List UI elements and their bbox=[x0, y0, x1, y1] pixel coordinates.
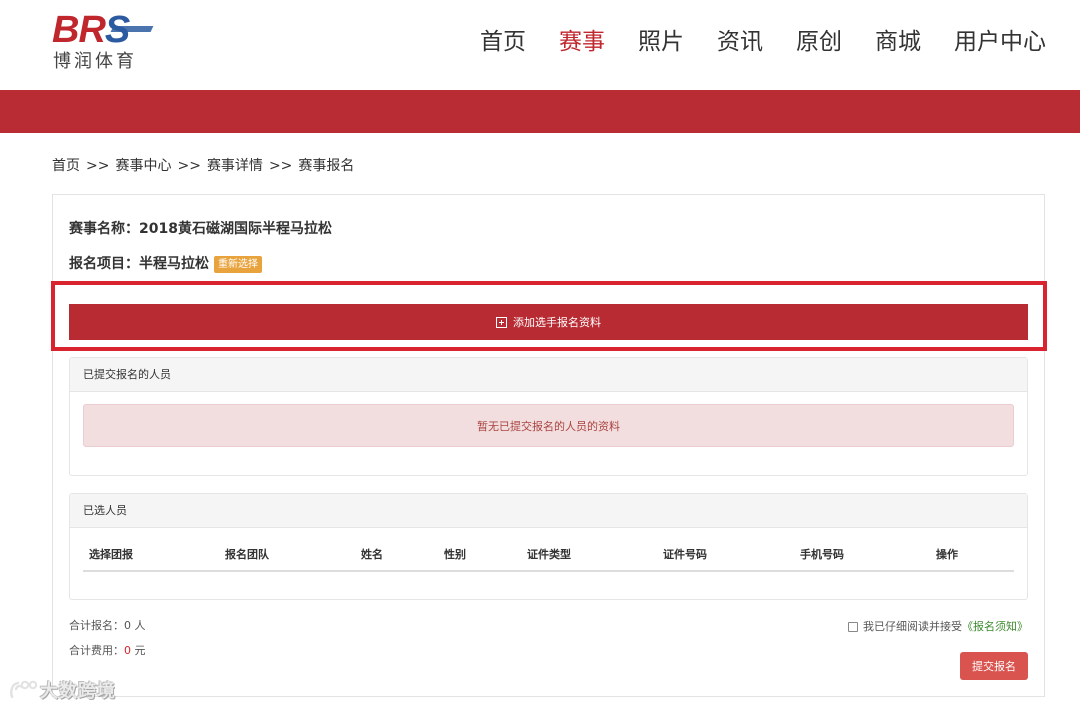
total-fee: 合计费用：0 元 bbox=[69, 643, 146, 659]
breadcrumb: 首页 >> 赛事中心 >> 赛事详情 >> 赛事报名 bbox=[52, 156, 354, 176]
total-fee-value: 0 bbox=[124, 644, 131, 657]
total-count-unit: 人 bbox=[131, 619, 146, 632]
event-name: 赛事名称：2018黄石磁湖国际半程马拉松 bbox=[69, 219, 332, 239]
agreement: 我已仔细阅读并接受 《报名须知》 bbox=[848, 619, 1028, 635]
brs-logo[interactable]: BRS 博润体育 bbox=[52, 10, 162, 74]
plus-square-icon bbox=[496, 316, 507, 328]
reselect-button[interactable]: 重新选择 bbox=[214, 255, 262, 273]
selected-panel-title: 已选人员 bbox=[70, 494, 1027, 528]
total-fee-label: 合计费用： bbox=[69, 644, 124, 657]
column-gender: 性别 bbox=[444, 548, 466, 561]
participants-table-header: 选择团报 报名团队 姓名 性别 证件类型 证件号码 手机号码 操作 bbox=[83, 546, 1014, 572]
event-item-value: 半程马拉松 bbox=[139, 256, 209, 272]
column-group-select: 选择团报 bbox=[89, 548, 133, 561]
logo-letter-r: R bbox=[78, 9, 105, 51]
breadcrumb-event-detail[interactable]: 赛事详情 bbox=[207, 158, 263, 174]
total-fee-unit: 元 bbox=[131, 644, 146, 657]
event-item: 报名项目： 半程马拉松 重新选择 bbox=[69, 254, 262, 274]
nav-item-user-center[interactable]: 用户中心 bbox=[954, 24, 1046, 60]
submit-registration-button[interactable]: 提交报名 bbox=[960, 652, 1028, 680]
watermark-text: 大数跨境 bbox=[40, 681, 116, 702]
logo-swoosh bbox=[110, 26, 154, 32]
registration-panel: 赛事名称：2018黄石磁湖国际半程马拉松 报名项目： 半程马拉松 重新选择 添加选… bbox=[51, 194, 1047, 697]
breadcrumb-event-registration: 赛事报名 bbox=[298, 158, 355, 174]
column-id-type: 证件类型 bbox=[527, 548, 571, 561]
breadcrumb-home[interactable]: 首页 bbox=[52, 158, 80, 174]
column-actions: 操作 bbox=[936, 548, 958, 561]
column-team: 报名团队 bbox=[225, 548, 269, 561]
main-nav: 首页 赛事 照片 资讯 原创 商城 用户中心 bbox=[447, 24, 1046, 60]
breadcrumb-separator: >> bbox=[268, 158, 293, 174]
logo-subtitle: 博润体育 bbox=[53, 51, 137, 72]
watermark: 大数跨境 bbox=[8, 676, 116, 704]
selected-participants-panel: 已选人员 选择团报 报名团队 姓名 性别 证件类型 证件号码 手机号码 操作 bbox=[69, 493, 1028, 600]
add-participant-label: 添加选手报名资料 bbox=[513, 316, 601, 329]
column-id-number: 证件号码 bbox=[663, 548, 707, 561]
submitted-participants-panel: 已提交报名的人员 暂无已提交报名的人员的资料 bbox=[69, 357, 1028, 476]
total-count: 合计报名：0 人 bbox=[69, 618, 146, 634]
agreement-text: 我已仔细阅读并接受 bbox=[863, 620, 962, 633]
logo-letter-b: B bbox=[52, 9, 79, 51]
column-name: 姓名 bbox=[361, 548, 383, 561]
nav-item-home[interactable]: 首页 bbox=[480, 24, 526, 60]
nav-item-shop[interactable]: 商城 bbox=[875, 24, 921, 60]
empty-submitted-alert: 暂无已提交报名的人员的资料 bbox=[83, 404, 1014, 447]
column-phone: 手机号码 bbox=[800, 548, 844, 561]
watermark-logo-icon bbox=[8, 679, 38, 701]
event-item-label: 报名项目： bbox=[69, 256, 139, 272]
nav-item-events[interactable]: 赛事 bbox=[559, 24, 605, 60]
nav-item-photos[interactable]: 照片 bbox=[638, 24, 684, 60]
nav-item-original[interactable]: 原创 bbox=[796, 24, 842, 60]
site-header: BRS 博润体育 首页 赛事 照片 资讯 原创 商城 用户中心 bbox=[0, 0, 1080, 90]
add-participant-button[interactable]: 添加选手报名资料 bbox=[69, 304, 1028, 340]
breadcrumb-separator: >> bbox=[177, 158, 201, 174]
registration-notice-link[interactable]: 《报名须知》 bbox=[962, 619, 1028, 635]
submitted-panel-title: 已提交报名的人员 bbox=[70, 358, 1027, 392]
agreement-checkbox[interactable] bbox=[848, 622, 858, 632]
total-count-value: 0 bbox=[124, 619, 131, 632]
event-name-value: 2018黄石磁湖国际半程马拉松 bbox=[139, 221, 332, 237]
total-count-label: 合计报名： bbox=[69, 619, 124, 632]
breadcrumb-separator: >> bbox=[86, 158, 110, 174]
header-banner-band bbox=[0, 90, 1080, 133]
event-name-label: 赛事名称： bbox=[69, 221, 139, 237]
nav-item-news[interactable]: 资讯 bbox=[717, 24, 763, 60]
breadcrumb-event-center[interactable]: 赛事中心 bbox=[115, 158, 171, 174]
